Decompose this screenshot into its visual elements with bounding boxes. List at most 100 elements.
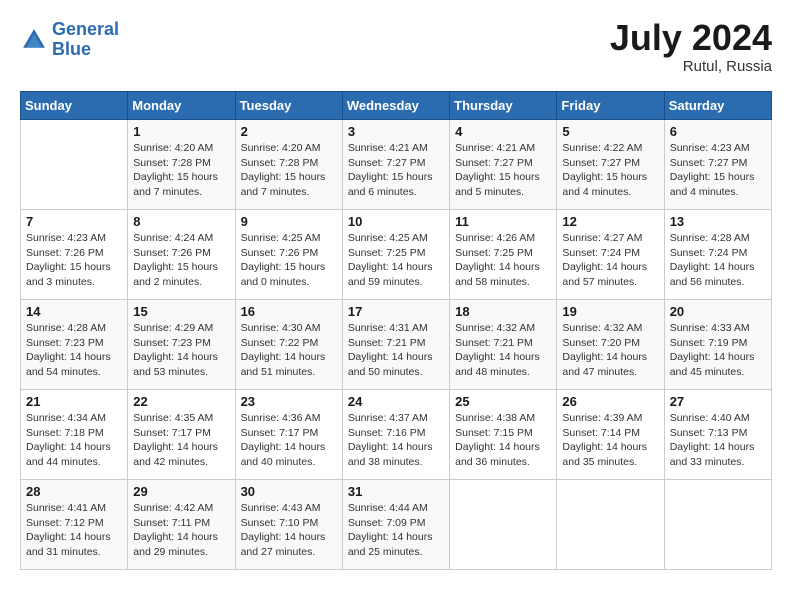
day-number: 17	[348, 304, 444, 319]
calendar-cell: 26 Sunrise: 4:39 AMSunset: 7:14 PMDayligh…	[557, 390, 664, 480]
day-info: Sunrise: 4:41 AMSunset: 7:12 PMDaylight:…	[26, 501, 122, 560]
day-number: 6	[670, 124, 766, 139]
day-info: Sunrise: 4:23 AMSunset: 7:26 PMDaylight:…	[26, 231, 122, 290]
calendar-cell: 28Sunrise: 4:41 AMSunset: 7:12 PMDayligh…	[21, 480, 128, 570]
calendar-cell: 15 Sunrise: 4:29 AMSunset: 7:23 PMDayligh…	[128, 300, 235, 390]
weekday-header-wednesday: Wednesday	[342, 92, 449, 120]
day-info: Sunrise: 4:44 AMSunset: 7:09 PMDaylight:…	[348, 501, 444, 560]
day-number: 29	[133, 484, 229, 499]
location: Rutul, Russia	[610, 58, 772, 75]
day-info: Sunrise: 4:37 AMSunset: 7:16 PMDaylight:…	[348, 411, 444, 470]
calendar-cell: 21Sunrise: 4:34 AMSunset: 7:18 PMDayligh…	[21, 390, 128, 480]
calendar-cell: 11Sunrise: 4:26 AMSunset: 7:25 PMDayligh…	[450, 210, 557, 300]
calendar-week-2: 7 Sunrise: 4:23 AMSunset: 7:26 PMDaylight…	[21, 210, 772, 300]
day-info: Sunrise: 4:40 AMSunset: 7:13 PMDaylight:…	[670, 411, 766, 470]
calendar-cell: 7 Sunrise: 4:23 AMSunset: 7:26 PMDaylight…	[21, 210, 128, 300]
day-number: 25	[455, 394, 551, 409]
calendar-table: SundayMondayTuesdayWednesdayThursdayFrid…	[20, 91, 772, 570]
day-info: Sunrise: 4:36 AMSunset: 7:17 PMDaylight:…	[241, 411, 337, 470]
calendar-cell: 13 Sunrise: 4:28 AMSunset: 7:24 PMDayligh…	[664, 210, 771, 300]
calendar-cell: 12 Sunrise: 4:27 AMSunset: 7:24 PMDayligh…	[557, 210, 664, 300]
calendar-cell: 20 Sunrise: 4:33 AMSunset: 7:19 PMDayligh…	[664, 300, 771, 390]
day-info: Sunrise: 4:22 AMSunset: 7:27 PMDaylight:…	[562, 141, 658, 200]
calendar-cell: 22 Sunrise: 4:35 AMSunset: 7:17 PMDayligh…	[128, 390, 235, 480]
calendar-week-5: 28Sunrise: 4:41 AMSunset: 7:12 PMDayligh…	[21, 480, 772, 570]
calendar-cell: 24Sunrise: 4:37 AMSunset: 7:16 PMDayligh…	[342, 390, 449, 480]
logo-text: General Blue	[52, 20, 119, 60]
weekday-header-thursday: Thursday	[450, 92, 557, 120]
calendar-cell: 31 Sunrise: 4:44 AMSunset: 7:09 PMDayligh…	[342, 480, 449, 570]
weekday-header-sunday: Sunday	[21, 92, 128, 120]
day-info: Sunrise: 4:42 AMSunset: 7:11 PMDaylight:…	[133, 501, 229, 560]
calendar-cell: 18 Sunrise: 4:32 AMSunset: 7:21 PMDayligh…	[450, 300, 557, 390]
day-number: 5	[562, 124, 658, 139]
day-info: Sunrise: 4:21 AMSunset: 7:27 PMDaylight:…	[455, 141, 551, 200]
logo-icon	[20, 26, 48, 54]
day-number: 14	[26, 304, 122, 319]
day-number: 9	[241, 214, 337, 229]
calendar-week-3: 14 Sunrise: 4:28 AMSunset: 7:23 PMDayligh…	[21, 300, 772, 390]
calendar-cell: 30Sunrise: 4:43 AMSunset: 7:10 PMDayligh…	[235, 480, 342, 570]
day-info: Sunrise: 4:28 AMSunset: 7:24 PMDaylight:…	[670, 231, 766, 290]
calendar-week-1: 1 Sunrise: 4:20 AMSunset: 7:28 PMDaylight…	[21, 120, 772, 210]
calendar-cell: 1Sunrise: 4:20 AMSunset: 7:28 PMDaylight…	[128, 120, 235, 210]
day-info: Sunrise: 4:32 AMSunset: 7:21 PMDaylight:…	[455, 321, 551, 380]
calendar-cell: 17 Sunrise: 4:31 AMSunset: 7:21 PMDayligh…	[342, 300, 449, 390]
day-number: 26	[562, 394, 658, 409]
day-number: 22	[133, 394, 229, 409]
day-info: Sunrise: 4:28 AMSunset: 7:23 PMDaylight:…	[26, 321, 122, 380]
day-number: 7	[26, 214, 122, 229]
weekday-header-row: SundayMondayTuesdayWednesdayThursdayFrid…	[21, 92, 772, 120]
day-number: 18	[455, 304, 551, 319]
day-number: 13	[670, 214, 766, 229]
day-info: Sunrise: 4:38 AMSunset: 7:15 PMDaylight:…	[455, 411, 551, 470]
title-block: July 2024 Rutul, Russia	[610, 20, 772, 75]
weekday-header-monday: Monday	[128, 92, 235, 120]
day-number: 23	[241, 394, 337, 409]
day-number: 20	[670, 304, 766, 319]
day-info: Sunrise: 4:34 AMSunset: 7:18 PMDaylight:…	[26, 411, 122, 470]
day-info: Sunrise: 4:25 AMSunset: 7:26 PMDaylight:…	[241, 231, 337, 290]
day-info: Sunrise: 4:29 AMSunset: 7:23 PMDaylight:…	[133, 321, 229, 380]
day-number: 27	[670, 394, 766, 409]
day-number: 11	[455, 214, 551, 229]
day-number: 15	[133, 304, 229, 319]
day-number: 3	[348, 124, 444, 139]
calendar-cell: 16Sunrise: 4:30 AMSunset: 7:22 PMDayligh…	[235, 300, 342, 390]
calendar-cell	[21, 120, 128, 210]
calendar-cell: 8 Sunrise: 4:24 AMSunset: 7:26 PMDaylight…	[128, 210, 235, 300]
calendar-cell: 23 Sunrise: 4:36 AMSunset: 7:17 PMDayligh…	[235, 390, 342, 480]
weekday-header-tuesday: Tuesday	[235, 92, 342, 120]
day-info: Sunrise: 4:25 AMSunset: 7:25 PMDaylight:…	[348, 231, 444, 290]
day-number: 19	[562, 304, 658, 319]
day-number: 10	[348, 214, 444, 229]
month-year: July 2024	[610, 20, 772, 56]
day-info: Sunrise: 4:30 AMSunset: 7:22 PMDaylight:…	[241, 321, 337, 380]
day-number: 1	[133, 124, 229, 139]
day-info: Sunrise: 4:24 AMSunset: 7:26 PMDaylight:…	[133, 231, 229, 290]
day-info: Sunrise: 4:20 AMSunset: 7:28 PMDaylight:…	[241, 141, 337, 200]
calendar-cell	[450, 480, 557, 570]
calendar-week-4: 21Sunrise: 4:34 AMSunset: 7:18 PMDayligh…	[21, 390, 772, 480]
weekday-header-friday: Friday	[557, 92, 664, 120]
day-number: 31	[348, 484, 444, 499]
day-number: 12	[562, 214, 658, 229]
calendar-cell: 19Sunrise: 4:32 AMSunset: 7:20 PMDayligh…	[557, 300, 664, 390]
day-info: Sunrise: 4:33 AMSunset: 7:19 PMDaylight:…	[670, 321, 766, 380]
calendar-cell: 4 Sunrise: 4:21 AMSunset: 7:27 PMDaylight…	[450, 120, 557, 210]
calendar-cell: 10 Sunrise: 4:25 AMSunset: 7:25 PMDayligh…	[342, 210, 449, 300]
day-info: Sunrise: 4:39 AMSunset: 7:14 PMDaylight:…	[562, 411, 658, 470]
day-info: Sunrise: 4:31 AMSunset: 7:21 PMDaylight:…	[348, 321, 444, 380]
day-info: Sunrise: 4:27 AMSunset: 7:24 PMDaylight:…	[562, 231, 658, 290]
day-number: 4	[455, 124, 551, 139]
weekday-header-saturday: Saturday	[664, 92, 771, 120]
calendar-cell: 2Sunrise: 4:20 AMSunset: 7:28 PMDaylight…	[235, 120, 342, 210]
calendar-cell: 5 Sunrise: 4:22 AMSunset: 7:27 PMDaylight…	[557, 120, 664, 210]
calendar-cell: 25 Sunrise: 4:38 AMSunset: 7:15 PMDayligh…	[450, 390, 557, 480]
calendar-cell: 9 Sunrise: 4:25 AMSunset: 7:26 PMDaylight…	[235, 210, 342, 300]
day-info: Sunrise: 4:35 AMSunset: 7:17 PMDaylight:…	[133, 411, 229, 470]
day-number: 8	[133, 214, 229, 229]
calendar-cell: 3Sunrise: 4:21 AMSunset: 7:27 PMDaylight…	[342, 120, 449, 210]
logo: General Blue	[20, 20, 119, 60]
day-info: Sunrise: 4:43 AMSunset: 7:10 PMDaylight:…	[241, 501, 337, 560]
